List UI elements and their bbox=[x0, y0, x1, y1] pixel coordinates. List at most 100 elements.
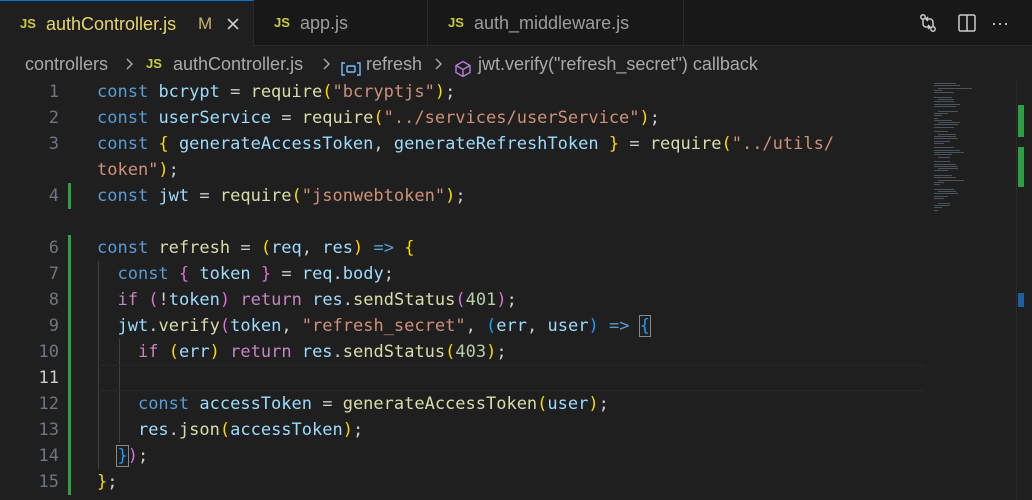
code-line[interactable]: 7 const { token } = req.body; bbox=[0, 261, 1032, 287]
code-line[interactable]: 9 jwt.verify(token, "refresh_secret", (e… bbox=[0, 313, 1032, 339]
minimap-line bbox=[934, 184, 940, 186]
line-number: 7 bbox=[48, 264, 59, 284]
code-text: const jwt = require("jsonwebtoken"); bbox=[97, 186, 466, 206]
line-number: 11 bbox=[38, 368, 59, 388]
minimap-line bbox=[934, 181, 944, 183]
breadcrumb-symbol-refresh[interactable]: refresh bbox=[366, 47, 422, 81]
breadcrumb: controllers JS authController.js refresh… bbox=[0, 47, 1032, 81]
code-text: const userService = require("../services… bbox=[97, 108, 661, 128]
tab-label: auth_middleware.js bbox=[474, 13, 630, 33]
minimap-line bbox=[934, 175, 952, 176]
minimap-line bbox=[934, 198, 944, 199]
line-number: 4 bbox=[48, 186, 59, 206]
minimap-line bbox=[934, 115, 942, 117]
tab-label: app.js bbox=[300, 13, 349, 33]
minimap-line bbox=[934, 112, 948, 114]
line-number: 15 bbox=[38, 472, 59, 492]
minimap-line bbox=[934, 96, 952, 98]
code-text: }); bbox=[116, 445, 149, 467]
minimap-line bbox=[934, 209, 938, 211]
minimap-line bbox=[934, 126, 954, 128]
minimap[interactable] bbox=[926, 79, 1016, 500]
tab-auth-middleware[interactable]: JS auth_middleware.js bbox=[428, 0, 684, 46]
split-editor-icon[interactable] bbox=[956, 12, 978, 34]
code-text: const accessToken = generateAccessToken(… bbox=[137, 394, 609, 414]
code-line[interactable]: 2 const userService = require("../service… bbox=[0, 105, 1032, 131]
scrollbar-change-marker bbox=[1018, 147, 1024, 187]
minimap-line bbox=[938, 191, 956, 193]
line-number: 1 bbox=[48, 82, 59, 102]
breadcrumb-file[interactable]: authController.js bbox=[173, 47, 303, 81]
vertical-scrollbar[interactable] bbox=[1016, 79, 1032, 500]
minimap-line bbox=[938, 156, 950, 158]
code-line[interactable]: 11 bbox=[0, 365, 1032, 391]
minimap-line bbox=[934, 106, 956, 107]
tab-bar: JS authController.js M JS app.js JS auth… bbox=[0, 0, 1032, 47]
code-line[interactable]: 1 const bcrypt = require("bcryptjs"); bbox=[0, 79, 1032, 105]
code-line[interactable]: 10 if (err) return res.sendStatus(403); bbox=[0, 339, 1032, 365]
code-text: res.json(accessToken); bbox=[137, 420, 364, 440]
js-file-icon: JS bbox=[20, 16, 36, 31]
minimap-line bbox=[938, 99, 954, 101]
code-line[interactable]: 4 const jwt = require("jsonwebtoken"); bbox=[0, 183, 1032, 209]
code-text: const { generateAccessToken, generateRef… bbox=[97, 134, 835, 154]
code-line[interactable]: 3 const { generateAccessToken, generateRe… bbox=[0, 131, 1032, 157]
close-icon[interactable] bbox=[223, 14, 243, 34]
minimap-line bbox=[934, 170, 948, 172]
js-file-icon: JS bbox=[146, 56, 162, 71]
minimap-line bbox=[934, 207, 942, 209]
minimap-line bbox=[934, 119, 952, 121]
minimap-line bbox=[938, 133, 956, 135]
minimap-line bbox=[934, 85, 960, 87]
code-text: }; bbox=[97, 472, 118, 492]
line-number: 10 bbox=[38, 342, 59, 362]
code-line[interactable]: token"); bbox=[0, 157, 1032, 183]
compare-changes-icon[interactable] bbox=[917, 12, 939, 34]
minimap-line bbox=[934, 188, 954, 190]
breadcrumb-folder[interactable]: controllers bbox=[25, 47, 108, 81]
minimap-line bbox=[934, 131, 948, 133]
minimap-line bbox=[938, 202, 950, 204]
code-text: if (!token) return res.sendStatus(401); bbox=[117, 290, 517, 310]
breadcrumb-symbol-callback[interactable]: jwt.verify("refresh_secret") callback bbox=[478, 47, 758, 81]
minimap-line bbox=[934, 117, 938, 119]
minimap-line bbox=[934, 154, 952, 156]
code-line[interactable]: 14 }); bbox=[0, 443, 1032, 469]
minimap-line bbox=[934, 83, 956, 84]
minimap-line bbox=[938, 122, 960, 124]
minimap-line bbox=[938, 168, 958, 170]
code-text: const { token } = req.body; bbox=[117, 264, 394, 284]
minimap-line bbox=[934, 163, 956, 165]
tab-app[interactable]: JS app.js bbox=[254, 0, 428, 46]
minimap-line bbox=[934, 195, 948, 197]
code-line[interactable]: 12 const accessToken = generateAccessTok… bbox=[0, 391, 1032, 417]
line-number: 3 bbox=[48, 134, 59, 154]
minimap-line bbox=[934, 103, 960, 105]
line-number: 12 bbox=[38, 394, 59, 414]
code-editor[interactable]: 1 const bcrypt = require("bcryptjs"); 2 con… bbox=[0, 79, 1032, 500]
code-line[interactable]: 6 const refresh = (req, res) => { bbox=[0, 235, 1032, 261]
tab-authcontroller[interactable]: JS authController.js M bbox=[0, 0, 254, 47]
code-text: jwt.verify(token, "refresh_secret", (err… bbox=[117, 315, 651, 337]
code-text: const bcrypt = require("bcryptjs"); bbox=[97, 82, 456, 102]
minimap-line bbox=[934, 165, 958, 167]
minimap-line bbox=[934, 204, 950, 206]
line-number: 2 bbox=[48, 108, 59, 128]
minimap-line bbox=[934, 135, 956, 137]
scrollbar-change-marker bbox=[1018, 105, 1024, 137]
line-number: 13 bbox=[38, 420, 59, 440]
code-line[interactable] bbox=[0, 209, 1032, 235]
tab-label: authController.js bbox=[46, 14, 177, 34]
code-line[interactable]: 8 if (!token) return res.sendStatus(401)… bbox=[0, 287, 1032, 313]
code-text: token"); bbox=[97, 160, 179, 180]
scrollbar-selection-marker bbox=[1018, 293, 1024, 307]
minimap-line bbox=[934, 177, 956, 179]
minimap-line bbox=[934, 101, 954, 103]
line-number: 9 bbox=[48, 316, 59, 336]
code-line[interactable]: 15}; bbox=[0, 469, 1032, 495]
minimap-line bbox=[934, 149, 960, 151]
code-line[interactable]: 13 res.json(accessToken); bbox=[0, 417, 1032, 443]
more-actions-icon[interactable]: ··· bbox=[991, 12, 1013, 34]
minimap-line bbox=[934, 142, 944, 144]
minimap-line bbox=[938, 110, 958, 112]
